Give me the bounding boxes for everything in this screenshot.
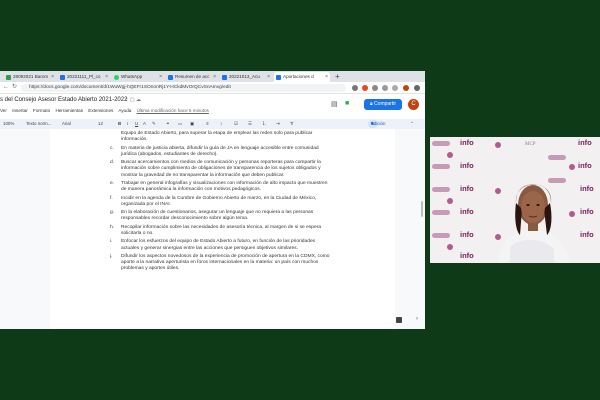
share-page-icon[interactable] — [352, 84, 358, 91]
highlight-icon[interactable]: ✎ — [152, 119, 156, 129]
svg-text:MCP: MCP — [525, 142, 536, 147]
lock-icon: 🔒︎ — [369, 101, 373, 107]
menu-insertar[interactable]: Insertar — [12, 108, 28, 113]
list-item[interactable]: f. Incidir en la agenda de la Cumbre de G… — [110, 196, 330, 208]
svg-text:info: info — [578, 161, 592, 170]
close-icon[interactable]: × — [325, 72, 328, 82]
new-tab-button[interactable]: + — [335, 71, 340, 82]
last-edit-link[interactable]: Última modificación hace 5 minutos — [137, 108, 209, 113]
svg-text:info: info — [460, 138, 474, 147]
menu-icon[interactable] — [382, 84, 388, 91]
meet-icon[interactable]: ■ — [345, 100, 349, 107]
tab-strip: 28092021 Barom × 20221111_Pl_co × WhatsApp… — [0, 71, 425, 82]
tab-pl-co[interactable]: 20221111_Pl_co × — [58, 72, 110, 82]
docs-icon — [276, 75, 281, 80]
backdrop-logos: info info info info info info info info info i… — [432, 138, 594, 263]
document-page[interactable]: Equipo de Estado Abierto, para superar l… — [50, 129, 395, 329]
list-item[interactable]: Equipo de Estado Abierto, para superar l… — [110, 131, 330, 143]
docs-icon — [60, 75, 65, 80]
close-icon[interactable]: × — [267, 72, 270, 82]
svg-text:info: info — [580, 230, 594, 239]
whatsapp-icon — [114, 75, 119, 80]
reload-icon[interactable]: ↻ — [12, 83, 17, 92]
tab-whatsapp[interactable]: WhatsApp × — [112, 72, 164, 82]
zoom-select[interactable]: 100% — [3, 119, 14, 129]
menu-ayuda[interactable]: Ayuda — [118, 108, 131, 113]
chevron-right-icon[interactable]: › — [416, 316, 418, 322]
share-button[interactable]: 🔒︎ Compartir — [364, 99, 402, 110]
menu-ver[interactable]: Ver — [0, 108, 7, 113]
svg-text:info: info — [460, 230, 474, 239]
tab-acu[interactable]: 20221013_Acu × — [220, 72, 272, 82]
explore-icon[interactable] — [396, 317, 402, 323]
menu-bar: Ver Insertar Formato Herramientas Extens… — [0, 108, 213, 113]
list-item[interactable]: d. Buscar acercamientos con medios de com… — [110, 160, 330, 179]
docs-header: s del Consejo Asesor Estado Abierto 2021… — [0, 94, 425, 119]
svg-text:info: info — [580, 207, 594, 216]
document-canvas: Equipo de Estado Abierto, para superar l… — [0, 129, 425, 329]
list-item[interactable]: g. En la elaboración de cuestionarios, as… — [110, 210, 330, 222]
list-item[interactable]: e. Trabajar en general infografías y visu… — [110, 181, 330, 193]
align-icon[interactable]: ≡ — [206, 119, 209, 129]
editing-mode-button[interactable]: ✎ Edición ▾ — [368, 120, 385, 128]
svg-text:info: info — [460, 161, 474, 170]
line-spacing-icon[interactable]: ↕ — [220, 119, 222, 129]
clear-format-icon[interactable]: T̸ — [290, 119, 293, 129]
svg-text:info: info — [460, 207, 474, 216]
sheets-icon — [6, 75, 11, 80]
formatting-toolbar: 100% Texto norm... Arial 12 B I U A ✎ ⚭ … — [0, 119, 425, 129]
tab-aportaciones[interactable]: Aportaciones d × — [274, 72, 330, 82]
menu-formato[interactable]: Formato — [33, 108, 50, 113]
puzzle-icon[interactable] — [372, 84, 378, 91]
link-icon[interactable]: ⚭ — [166, 119, 170, 129]
avatar[interactable]: C — [408, 99, 419, 110]
scrollbar-thumb[interactable] — [421, 201, 423, 217]
more-icon[interactable] — [414, 84, 420, 91]
browser-window: 28092021 Barom × 20221111_Pl_co × WhatsApp… — [0, 71, 425, 329]
numbered-list-icon[interactable]: ⒈ — [262, 119, 266, 129]
comment-icon[interactable]: ▭ — [178, 119, 182, 129]
font-size-input[interactable]: 12 — [98, 119, 103, 129]
address-bar-row: ← ↻ https://docs.google.com/document/d/1… — [0, 82, 425, 94]
document-title[interactable]: s del Consejo Asesor Estado Abierto 2021… — [0, 97, 127, 103]
checklist-icon[interactable]: ☑ — [234, 119, 238, 129]
profile-avatar-icon[interactable] — [403, 84, 409, 91]
docs-icon — [222, 75, 227, 80]
extension-icon[interactable] — [362, 84, 368, 91]
docs-icon — [168, 75, 173, 80]
svg-text:info: info — [460, 251, 474, 260]
close-icon[interactable]: × — [213, 72, 216, 82]
list-item[interactable]: i. Enfocar los esfuerzos del equipo de Es… — [110, 239, 330, 251]
close-icon[interactable]: × — [159, 72, 162, 82]
video-feed: info info info info info info info info info i… — [430, 137, 600, 263]
address-input[interactable]: https://docs.google.com/document/d/1WuWg… — [21, 83, 346, 92]
text-color-icon[interactable]: A — [143, 119, 146, 129]
close-icon[interactable]: × — [51, 72, 54, 82]
tab-resumen[interactable]: Resumen de acc × — [166, 72, 218, 82]
numbered-list: Equipo de Estado Abierto, para superar l… — [110, 131, 330, 275]
star-icon[interactable]: ☆ ▢ ☁ — [124, 97, 141, 103]
style-select[interactable]: Texto norm... — [26, 119, 51, 129]
list-item[interactable]: h. Recopilar información sobre las necesi… — [110, 225, 330, 237]
list-item[interactable]: c. En materia de justicia abierta, difund… — [110, 146, 330, 158]
underline-icon[interactable]: U — [135, 119, 138, 129]
font-select[interactable]: Arial — [62, 119, 71, 129]
chevron-up-icon[interactable]: ⌃ — [410, 119, 414, 129]
bullet-list-icon[interactable]: ☰ — [248, 119, 252, 129]
indent-icon[interactable]: ⇥ — [276, 119, 280, 129]
comments-icon[interactable]: ▤ — [331, 100, 338, 108]
tab-barometro[interactable]: 28092021 Barom × — [4, 72, 56, 82]
menu-herramientas[interactable]: Herramientas — [55, 108, 83, 113]
svg-text:info: info — [580, 184, 594, 193]
list-item[interactable]: j. Difundir los aspectos novedosos de la … — [110, 254, 330, 273]
back-icon[interactable]: ← — [3, 83, 9, 92]
bold-icon[interactable]: B — [118, 119, 121, 129]
svg-text:info: info — [460, 184, 474, 193]
italic-icon[interactable]: I — [127, 119, 128, 129]
close-icon[interactable]: × — [105, 72, 108, 82]
svg-text:info: info — [578, 138, 592, 147]
image-icon[interactable]: ▣ — [190, 119, 194, 129]
sidebar-icon[interactable] — [392, 84, 398, 91]
menu-extensiones[interactable]: Extensiones — [88, 108, 113, 113]
